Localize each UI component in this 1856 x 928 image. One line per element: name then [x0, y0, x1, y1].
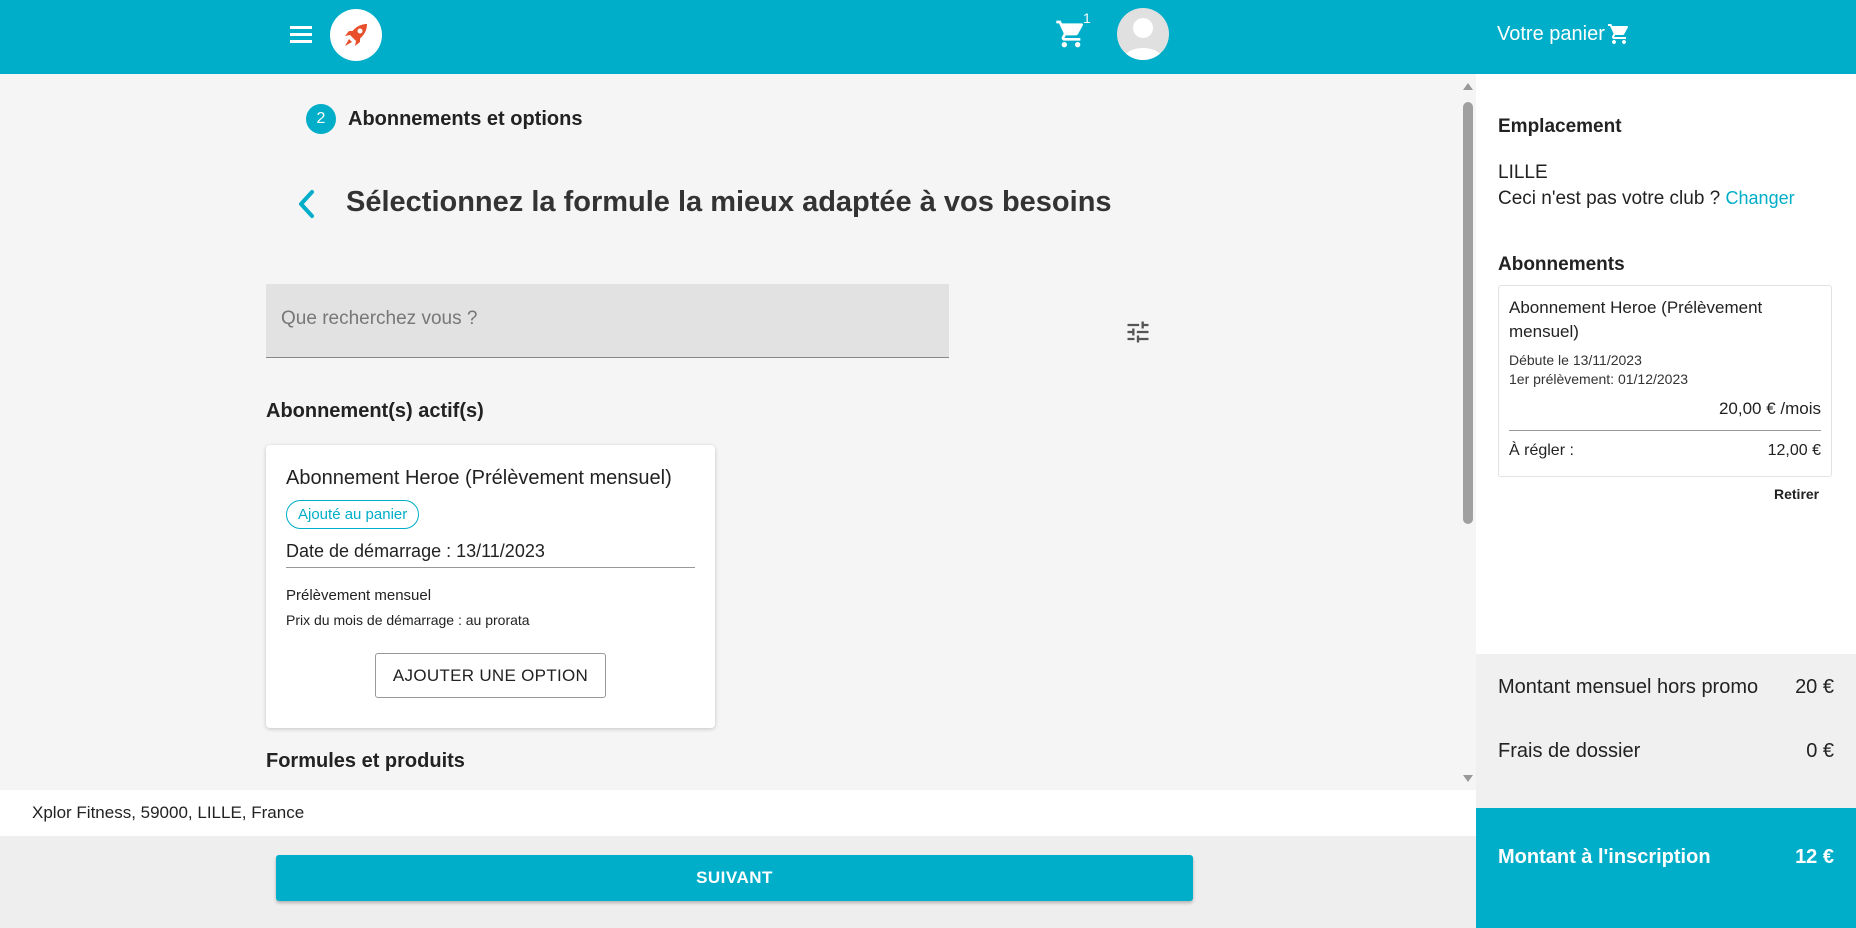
- billing-type: Prélèvement mensuel: [286, 587, 432, 604]
- location-label: Emplacement: [1498, 116, 1622, 137]
- subscription-name: Abonnement Heroe (Prélèvement mensuel): [1509, 298, 1763, 341]
- total-row: Montant à l'inscription 12 €: [1498, 846, 1834, 869]
- cart-title[interactable]: Votre panier: [1497, 22, 1631, 46]
- cart-icon: [1607, 24, 1628, 44]
- rocket-icon: [345, 24, 367, 46]
- cart-sidebar: Emplacement LILLE Ceci n'est pas votre c…: [1476, 74, 1856, 928]
- subscription-card: Abonnement Heroe (Prélèvement mensuel) A…: [266, 445, 715, 728]
- cart-subscription-item: Abonnement Heroe (Prélèvement mensuel) D…: [1498, 285, 1832, 477]
- monthly-value: 20 €: [1795, 676, 1834, 698]
- start-date: Date de démarrage : 13/11/2023: [286, 541, 545, 561]
- fees-label: Frais de dossier: [1498, 740, 1641, 762]
- search-input[interactable]: [281, 308, 934, 330]
- search-field[interactable]: [266, 284, 949, 358]
- first-debit: 1er prélèvement: 01/12/2023: [1509, 371, 1689, 387]
- summary-block: Montant mensuel hors promo 20 € Frais de…: [1476, 654, 1856, 808]
- subscription-start: Débute le 13/11/2023: [1509, 352, 1642, 368]
- monthly-amount-row: Montant mensuel hors promo 20 €: [1498, 676, 1834, 699]
- club-question: Ceci n'est pas votre club ? Changer: [1498, 188, 1795, 210]
- subscription-price: 20,00 € /mois: [1718, 399, 1821, 418]
- footer-bar: SUIVANT: [0, 836, 1476, 928]
- total-value: 12 €: [1795, 846, 1834, 868]
- remove-button[interactable]: Retirer: [1774, 486, 1819, 502]
- club-name: LILLE: [1498, 162, 1548, 183]
- add-option-button[interactable]: AJOUTER UNE OPTION: [375, 653, 606, 698]
- due-label: À régler :: [1509, 442, 1574, 459]
- cart-count-badge: 1: [1083, 10, 1091, 26]
- scroll-up-arrow[interactable]: [1463, 83, 1473, 90]
- filter-icon[interactable]: [1124, 318, 1152, 346]
- scroll-down-arrow[interactable]: [1463, 775, 1473, 782]
- fees-row: Frais de dossier 0 €: [1498, 740, 1834, 763]
- divider: [286, 567, 695, 568]
- divider: [1509, 430, 1821, 431]
- step-number: 2: [306, 104, 336, 134]
- main-content: 2 Abonnements et options Sélectionnez la…: [0, 74, 1476, 790]
- subscriptions-label: Abonnements: [1498, 254, 1625, 275]
- scrollbar-thumb[interactable]: [1463, 102, 1473, 524]
- step-label: Abonnements et options: [348, 107, 583, 130]
- card-title: Abonnement Heroe (Prélèvement mensuel): [286, 467, 672, 489]
- status-badge: Ajouté au panier: [286, 500, 420, 529]
- fees-value: 0 €: [1806, 740, 1834, 762]
- page-title: Sélectionnez la formule la mieux adaptée…: [346, 186, 1112, 218]
- active-subscriptions-title: Abonnement(s) actif(s): [266, 400, 484, 422]
- next-button[interactable]: SUIVANT: [276, 855, 1193, 901]
- top-app-bar: 1 Votre panier: [0, 0, 1856, 74]
- total-block: Montant à l'inscription 12 €: [1476, 808, 1856, 928]
- club-address: Xplor Fitness, 59000, LILLE, France: [0, 790, 1476, 836]
- stepper: 2 Abonnements et options: [306, 104, 582, 134]
- products-title: Formules et produits: [266, 750, 465, 772]
- back-chevron-icon[interactable]: [292, 186, 322, 222]
- due-value: 12,00 €: [1767, 442, 1821, 459]
- club-question-text: Ceci n'est pas votre club ?: [1498, 188, 1721, 209]
- rocket-logo[interactable]: [330, 9, 382, 61]
- menu-icon[interactable]: [286, 20, 316, 50]
- cart-title-label: Votre panier: [1497, 22, 1605, 45]
- monthly-label: Montant mensuel hors promo: [1498, 676, 1759, 698]
- first-month-price: Prix du mois de démarrage : au prorata: [286, 612, 530, 628]
- total-label: Montant à l'inscription: [1498, 846, 1711, 868]
- change-club-link[interactable]: Changer: [1726, 188, 1795, 208]
- avatar[interactable]: [1117, 8, 1169, 60]
